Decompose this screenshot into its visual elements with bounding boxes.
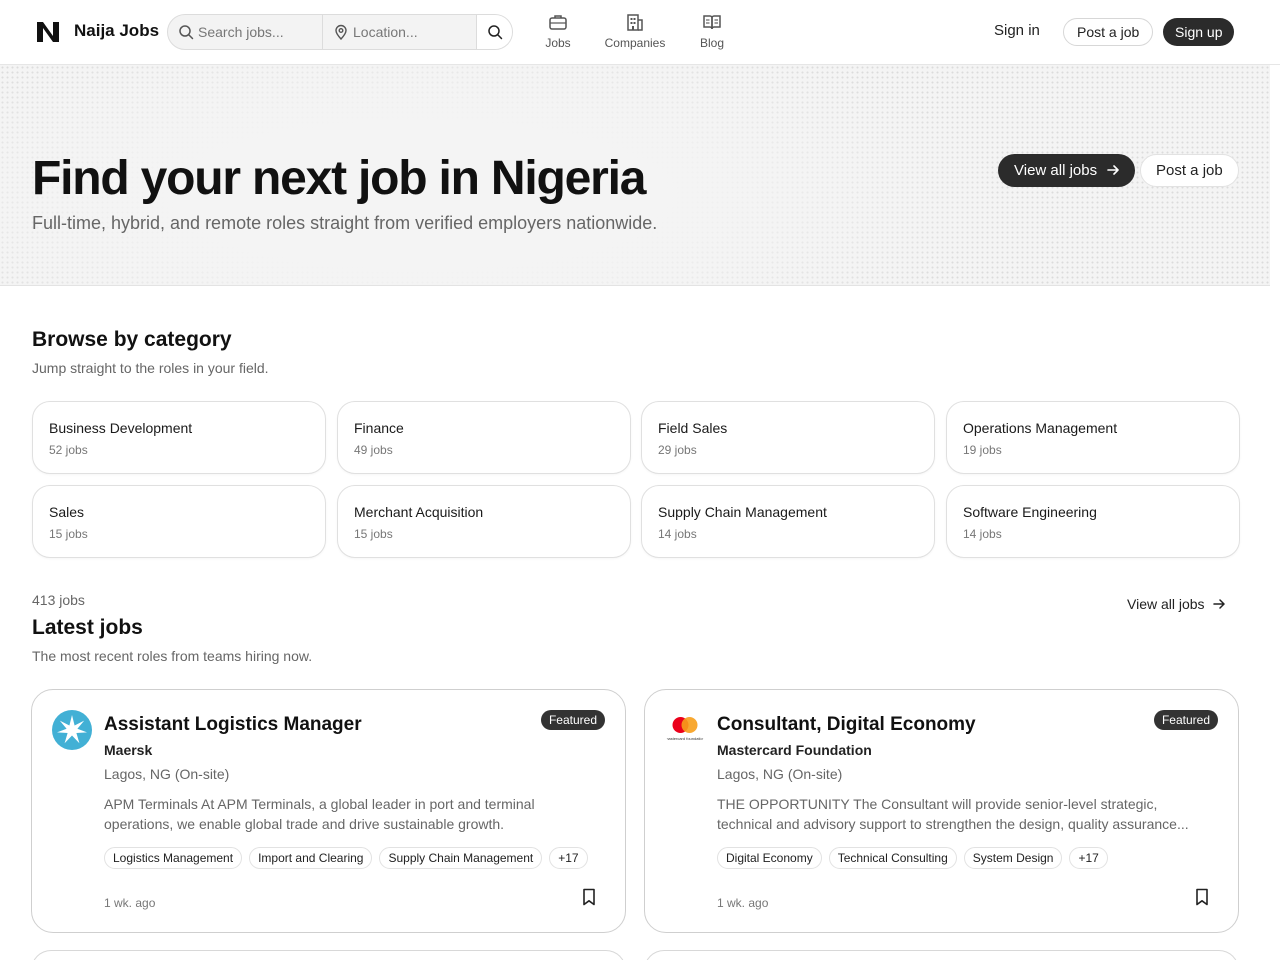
latest-jobs-subtitle: The most recent roles from teams hiring … xyxy=(32,648,313,664)
job-tag[interactable]: Digital Economy xyxy=(717,847,822,869)
category-count: 14 jobs xyxy=(963,527,1002,541)
logo-wordmark: mastercard foundation xyxy=(665,736,705,741)
category-card-supply-chain-management[interactable]: Supply Chain Management 14 jobs xyxy=(641,485,935,558)
job-description: THE OPPORTUNITY The Consultant will prov… xyxy=(717,796,1189,832)
company-name[interactable]: Maersk xyxy=(104,742,152,758)
job-location: Lagos, NG (On-site) xyxy=(717,766,843,782)
category-name: Business Development xyxy=(49,420,193,436)
view-all-jobs-link[interactable]: View all jobs xyxy=(1127,596,1226,612)
arrow-right-icon xyxy=(1107,165,1120,175)
hero-title: Find your next job in Nigeria xyxy=(32,152,646,205)
job-tag[interactable]: Import and Clearing xyxy=(249,847,373,869)
job-search-segment xyxy=(168,15,323,49)
category-card-sales[interactable]: Sales 15 jobs xyxy=(32,485,326,558)
category-name: Software Engineering xyxy=(963,504,1097,520)
job-tag[interactable]: System Design xyxy=(963,847,1063,869)
search-submit-button[interactable] xyxy=(477,15,512,49)
job-tag[interactable]: Technical Consulting xyxy=(828,847,957,869)
naija-jobs-logo-icon[interactable] xyxy=(36,20,60,44)
category-name: Merchant Acquisition xyxy=(354,504,484,520)
category-card-software-engineering[interactable]: Software Engineering 14 jobs xyxy=(946,485,1240,558)
job-tag[interactable]: Supply Chain Management xyxy=(379,847,543,869)
view-all-label: View all jobs xyxy=(1127,596,1205,612)
category-name: Sales xyxy=(49,504,85,520)
search-bar xyxy=(167,14,513,50)
nav-item-jobs[interactable]: Jobs xyxy=(538,12,578,52)
posted-time: 1 wk. ago xyxy=(104,896,156,910)
location-segment xyxy=(323,15,477,49)
job-title[interactable]: Consultant, Digital Economy xyxy=(717,714,976,736)
search-icon xyxy=(488,25,503,40)
arrow-right-icon xyxy=(1213,599,1226,609)
location-input[interactable] xyxy=(353,15,473,49)
category-name: Operations Management xyxy=(963,420,1118,436)
category-count: 52 jobs xyxy=(49,443,88,457)
search-icon xyxy=(179,25,194,40)
category-count: 15 jobs xyxy=(354,527,393,541)
nav-item-label: Jobs xyxy=(545,36,571,50)
job-card[interactable]: Assistant Logistics Manager Maersk Lagos… xyxy=(31,689,626,933)
job-description: APM Terminals At APM Terminals, a global… xyxy=(104,796,535,832)
sign-up-button[interactable]: Sign up xyxy=(1163,18,1235,46)
category-count: 49 jobs xyxy=(354,443,393,457)
job-card-partial[interactable] xyxy=(31,950,626,960)
maersk-logo xyxy=(52,710,92,750)
posted-time: 1 wk. ago xyxy=(717,896,769,910)
nav-item-label: Blog xyxy=(699,36,725,50)
nav-item-companies[interactable]: Companies xyxy=(600,12,670,52)
category-name: Finance xyxy=(354,420,404,436)
sign-in-link[interactable]: Sign in xyxy=(994,22,1040,39)
category-count: 15 jobs xyxy=(49,527,88,541)
job-tags: Logistics Management Import and Clearing S… xyxy=(104,847,595,869)
more-tags-badge[interactable]: +17 xyxy=(549,847,588,869)
bookmark-icon[interactable] xyxy=(1194,888,1210,906)
hero-banner: Find your next job in Nigeria Full-time,… xyxy=(0,65,1270,286)
categories-subtitle: Jump straight to the roles in your field… xyxy=(32,360,269,376)
more-tags-badge[interactable]: +17 xyxy=(1069,847,1108,869)
company-name[interactable]: Mastercard Foundation xyxy=(717,742,872,758)
job-tags: Digital Economy Technical Consulting Syste… xyxy=(717,847,1115,869)
job-card[interactable]: mastercard foundation Consultant, Digita… xyxy=(644,689,1239,933)
featured-badge: Featured xyxy=(1153,710,1218,730)
category-card-operations-management[interactable]: Operations Management 19 jobs xyxy=(946,401,1240,474)
job-title[interactable]: Assistant Logistics Manager xyxy=(104,714,362,736)
nav-item-label: Companies xyxy=(604,36,666,50)
featured-badge: Featured xyxy=(540,710,605,730)
mastercard-circles-icon xyxy=(672,717,698,733)
hero-subtitle: Full-time, hybrid, and remote roles stra… xyxy=(32,213,658,233)
maersk-star-icon xyxy=(57,715,87,744)
category-card-business-development[interactable]: Business Development 52 jobs xyxy=(32,401,326,474)
job-location: Lagos, NG (On-site) xyxy=(104,766,230,782)
top-nav: Naija Jobs Job xyxy=(0,0,1280,65)
nav-item-blog[interactable]: Blog xyxy=(694,12,730,52)
jobs-count: 413 jobs xyxy=(32,592,85,608)
bookmark-icon[interactable] xyxy=(581,888,597,906)
latest-jobs-title: Latest jobs xyxy=(32,616,143,639)
hero-view-all-jobs-button[interactable]: View all jobs xyxy=(998,154,1136,187)
job-card-partial[interactable] xyxy=(644,950,1239,960)
building-icon xyxy=(627,14,643,31)
category-card-finance[interactable]: Finance 49 jobs xyxy=(337,401,631,474)
category-count: 14 jobs xyxy=(658,527,697,541)
book-open-icon xyxy=(703,15,721,30)
category-count: 19 jobs xyxy=(963,443,1002,457)
hero-view-all-label: View all jobs xyxy=(1014,162,1098,179)
mastercard-foundation-logo: mastercard foundation xyxy=(665,710,705,750)
categories-title: Browse by category xyxy=(32,328,232,351)
job-search-input[interactable] xyxy=(198,15,318,49)
category-name: Supply Chain Management xyxy=(658,504,827,520)
map-pin-icon xyxy=(335,24,347,40)
category-card-field-sales[interactable]: Field Sales 29 jobs xyxy=(641,401,935,474)
category-count: 29 jobs xyxy=(658,443,697,457)
brand-name[interactable]: Naija Jobs xyxy=(74,21,159,41)
briefcase-icon xyxy=(549,15,567,30)
post-job-button[interactable]: Post a job xyxy=(1063,18,1154,46)
hero-post-job-button[interactable]: Post a job xyxy=(1140,154,1239,187)
job-tag[interactable]: Logistics Management xyxy=(104,847,243,869)
category-card-merchant-acquisition[interactable]: Merchant Acquisition 15 jobs xyxy=(337,485,631,558)
category-name: Field Sales xyxy=(658,420,728,436)
